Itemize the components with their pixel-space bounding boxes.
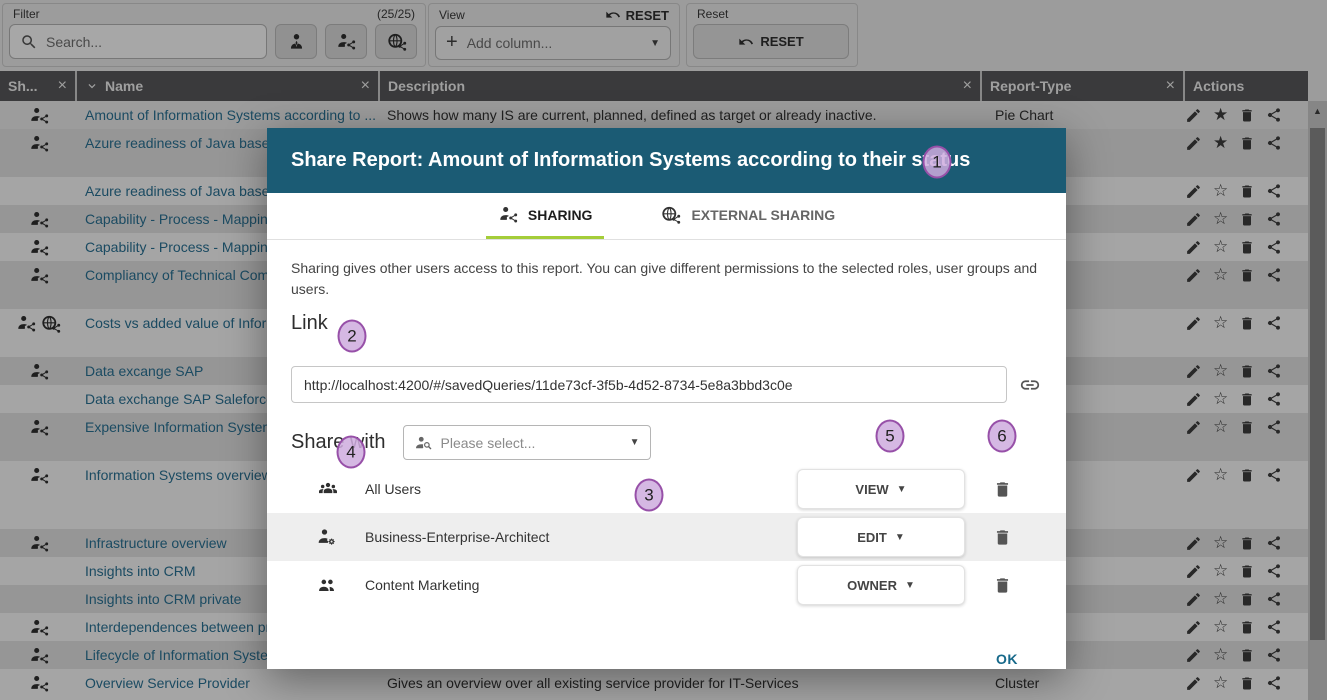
share-link-input[interactable]: http://localhost:4200/#/savedQueries/11d… — [291, 366, 1007, 403]
share-entry-row: All Users VIEW ▼ — [267, 465, 1066, 513]
share-entry-name: Business-Enterprise-Architect — [365, 529, 797, 545]
annotation-badge-6: 6 — [988, 420, 1017, 453]
dialog-title: Share Report: Amount of Information Syst… — [291, 149, 970, 172]
sharing-description: Sharing gives other users access to this… — [291, 258, 1039, 300]
remove-entry-icon[interactable] — [993, 479, 1012, 500]
chevron-down-icon: ▼ — [905, 580, 915, 591]
remove-entry-icon[interactable] — [993, 527, 1012, 548]
annotation-badge-3: 3 — [635, 479, 664, 512]
annotation-badge-5: 5 — [876, 420, 905, 453]
annotation-badge-2: 2 — [338, 320, 367, 353]
permission-dropdown[interactable]: OWNER ▼ — [797, 565, 965, 605]
link-icon[interactable] — [1019, 374, 1041, 396]
user-gear-icon — [316, 527, 342, 547]
tab-external-sharing[interactable]: EXTERNAL SHARING — [648, 193, 847, 239]
share-with-select[interactable]: Please select... ▼ — [403, 425, 651, 460]
person-search-icon — [414, 434, 433, 452]
chevron-down-icon: ▼ — [897, 484, 907, 495]
link-heading: Link — [291, 312, 1042, 335]
permission-value: VIEW — [855, 482, 888, 497]
permission-dropdown[interactable]: EDIT ▼ — [797, 517, 965, 557]
ok-button[interactable]: OK — [996, 651, 1018, 667]
chevron-down-icon: ▼ — [630, 437, 640, 448]
share-select-placeholder: Please select... — [441, 435, 622, 451]
annotation-badge-1: 1 — [923, 146, 952, 179]
dialog-body: Sharing gives other users access to this… — [267, 240, 1066, 667]
share-entry-row: Business-Enterprise-Architect EDIT ▼ — [267, 513, 1066, 561]
annotation-badge-4: 4 — [337, 436, 366, 469]
chevron-down-icon: ▼ — [895, 532, 905, 543]
permission-value: EDIT — [857, 530, 887, 545]
share-report-dialog: Share Report: Amount of Information Syst… — [267, 128, 1066, 669]
share-entry-name: Content Marketing — [365, 577, 797, 593]
dialog-tabs: SHARING EXTERNAL SHARING — [267, 193, 1066, 240]
remove-entry-icon[interactable] — [993, 575, 1012, 596]
person-share-icon — [498, 205, 518, 224]
globe-share-icon — [660, 205, 681, 225]
tab-sharing[interactable]: SHARING — [486, 193, 605, 239]
permission-dropdown[interactable]: VIEW ▼ — [797, 469, 965, 509]
share-entry-row: Content Marketing OWNER ▼ — [267, 561, 1066, 609]
group-icon — [316, 479, 342, 499]
app-root: Filter (25/25) Search... — [0, 0, 1327, 700]
share-entry-list: All UsersVIEW▼Business-Enterprise-Archit… — [267, 465, 1066, 609]
people-icon — [316, 576, 342, 595]
permission-value: OWNER — [847, 578, 897, 593]
share-entry-name: All Users — [365, 481, 797, 497]
